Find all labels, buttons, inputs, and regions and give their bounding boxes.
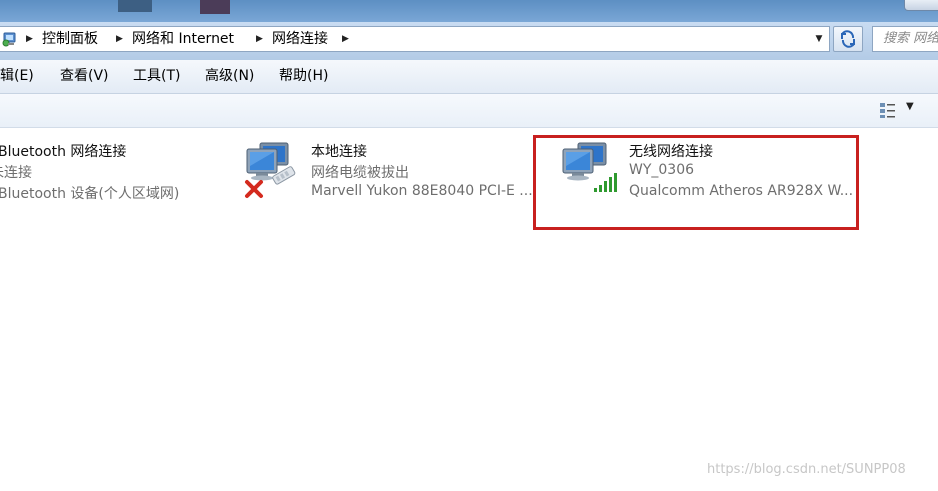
highlight-box <box>533 135 859 230</box>
title-strip-decoration <box>200 0 230 14</box>
menu-advanced[interactable]: 高级(N) <box>205 60 254 93</box>
window-title-strip <box>0 0 938 22</box>
breadcrumb-separator[interactable]: ▶ <box>342 27 349 51</box>
menu-help[interactable]: 帮助(H) <box>279 60 328 93</box>
menu-view[interactable]: 查看(V) <box>60 60 109 93</box>
breadcrumb-network-connections[interactable]: 网络连接 <box>272 27 328 51</box>
menu-edit[interactable]: 编辑(E) <box>0 60 34 93</box>
view-options-dropdown-icon[interactable]: ▼ <box>906 101 914 112</box>
breadcrumb-separator[interactable]: ▶ <box>26 27 33 51</box>
menu-tools[interactable]: 工具(T) <box>133 60 180 93</box>
connection-item-bluetooth[interactable]: Bluetooth 网络连接 未连接 Bluetooth 设备(个人区域网) <box>0 141 218 205</box>
connection-item-local[interactable]: 本地连接 网络电缆被拔出 Marvell Yukon 88E8040 PCI-E… <box>311 141 561 205</box>
address-history-dropdown-icon[interactable]: ▼ <box>810 27 828 51</box>
connection-status: 网络电缆被拔出 <box>311 165 409 181</box>
connection-device: Marvell Yukon 88E8040 PCI-E ... <box>311 183 533 199</box>
connection-name: Bluetooth 网络连接 <box>0 144 127 160</box>
breadcrumb-control-panel[interactable]: 控制面板 <box>42 27 98 51</box>
connection-icon-local[interactable] <box>244 139 304 199</box>
search-box[interactable] <box>872 26 938 52</box>
red-x-icon <box>245 180 263 198</box>
breadcrumb-separator[interactable]: ▶ <box>256 27 263 51</box>
command-bar: ▼ <box>0 94 938 128</box>
connection-name: 本地连接 <box>311 144 367 160</box>
title-strip-decoration <box>118 0 152 12</box>
change-view-icon[interactable] <box>878 100 898 120</box>
window-control-button[interactable] <box>904 0 938 11</box>
search-input[interactable] <box>873 27 938 49</box>
refresh-button[interactable] <box>833 26 863 52</box>
breadcrumb-separator[interactable]: ▶ <box>116 27 123 51</box>
menu-bar: 编辑(E) 查看(V) 工具(T) 高级(N) 帮助(H) <box>0 60 938 94</box>
control-panel-icon <box>2 32 16 47</box>
connection-status: 未连接 <box>0 165 32 181</box>
breadcrumb-network-internet[interactable]: 网络和 Internet <box>132 27 234 51</box>
connection-device: Bluetooth 设备(个人区域网) <box>0 186 180 202</box>
address-bar-row: ▶ 控制面板 ▶ 网络和 Internet ▶ 网络连接 ▶ ▼ <box>0 22 938 60</box>
address-bar[interactable]: ▶ 控制面板 ▶ 网络和 Internet ▶ 网络连接 ▶ ▼ <box>0 26 830 52</box>
refresh-icon <box>841 30 855 48</box>
watermark: https://blog.csdn.net/SUNPP08 <box>707 462 906 477</box>
